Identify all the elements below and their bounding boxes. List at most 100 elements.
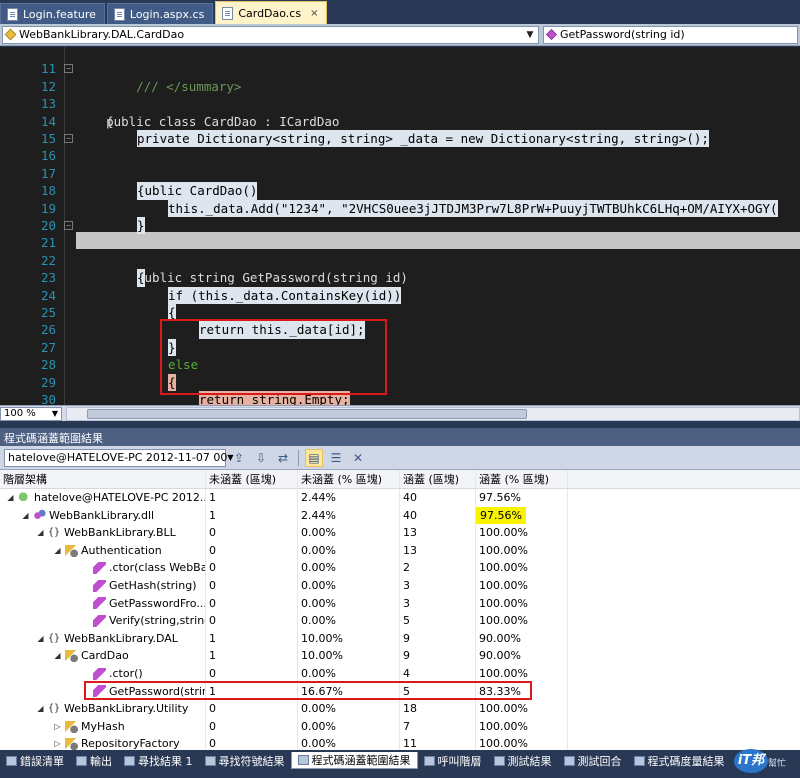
covered-blocks: 40 xyxy=(400,506,476,525)
tab-test-results[interactable]: 測試結果 xyxy=(488,752,558,769)
table-row[interactable]: GetPasswordFro... 0 0.00% 3 100.00% xyxy=(0,594,800,613)
collapse-icon[interactable]: − xyxy=(64,64,73,74)
delete-results-icon[interactable]: ✕ xyxy=(349,449,367,467)
table-row[interactable]: GetHash(string) 0 0.00% 3 100.00% xyxy=(0,577,800,595)
tree-cell: ▷ RepositoryFactory xyxy=(0,735,206,750)
expand-arrow-icon[interactable]: ◢ xyxy=(21,507,30,525)
not-covered-blocks: 0 xyxy=(206,541,298,560)
collapsed-arrow-icon[interactable]: ▷ xyxy=(53,735,62,750)
column-header[interactable]: 涵蓋 (% 區塊) xyxy=(476,470,568,488)
node-label: WebBankLibrary.BLL xyxy=(64,526,176,540)
node-label: CardDao xyxy=(81,649,129,663)
collapse-icon[interactable]: − xyxy=(64,134,73,143)
not-covered-percent: 0.00% xyxy=(298,717,400,736)
file-icon xyxy=(222,6,234,20)
code-editor[interactable]: 11 /// </summary> 12 − public class Card… xyxy=(0,47,800,405)
coverage-run-dropdown[interactable]: hatelove@HATELOVE-PC 2012-11-07 00 ▼ xyxy=(4,448,234,467)
table-row[interactable]: ◢ Authentication 0 0.00% 13 100.00% xyxy=(0,541,800,560)
node-label: Verify(string,string) xyxy=(109,614,206,628)
member-dropdown[interactable]: GetPassword(string id) xyxy=(543,25,798,44)
expand-arrow-icon[interactable]: ◢ xyxy=(36,700,45,718)
expand-arrow-icon[interactable]: ◢ xyxy=(53,647,62,665)
table-row[interactable]: ◢ CardDao 1 10.00% 9 90.00% xyxy=(0,647,800,665)
row-filler xyxy=(568,507,800,525)
tab-label: 尋找結果 1 xyxy=(138,754,193,768)
zoom-dropdown[interactable]: 100 % ▼ xyxy=(0,406,62,421)
not-covered-percent: 0.00% xyxy=(298,541,400,560)
tab-find-results-1[interactable]: 尋找結果 1 xyxy=(118,752,199,769)
collapse-icon[interactable]: − xyxy=(64,221,73,230)
tab-call-hierarchy[interactable]: 呼叫階層 xyxy=(418,752,488,769)
row-filler xyxy=(568,577,800,595)
tab-login-aspx-cs[interactable]: Login.aspx.cs xyxy=(106,3,214,24)
table-row[interactable]: .ctor(class WebBa... 0 0.00% 2 100.00% xyxy=(0,559,800,577)
table-row[interactable]: ◢ WebBankLibrary.dll 1 2.44% 40 97.56% xyxy=(0,506,800,525)
tab-find-symbol-results[interactable]: 尋找符號結果 xyxy=(199,752,291,769)
tab-test-runs[interactable]: 測試回合 xyxy=(558,752,628,769)
expand-arrow-icon[interactable]: ◢ xyxy=(36,630,45,648)
tab-output[interactable]: 輸出 xyxy=(70,752,118,769)
toolbar-separator xyxy=(298,449,299,466)
covered-percent: 90.00% xyxy=(476,629,568,648)
tab-carddao-cs[interactable]: CardDao.cs × xyxy=(215,1,328,24)
show-coloring-icon[interactable]: ▤ xyxy=(305,448,323,467)
table-row[interactable]: ◢ {} WebBankLibrary.DAL 1 10.00% 9 90.00… xyxy=(0,629,800,648)
scrollbar-thumb[interactable] xyxy=(87,408,527,419)
type-dropdown[interactable]: WebBankLibrary.DAL.CardDao ▼ xyxy=(2,25,539,44)
tab-code-metrics-results[interactable]: 程式碼度量結果 xyxy=(628,752,731,769)
node-label: WebBankLibrary.Utility xyxy=(64,702,189,716)
covered-percent: 100.00% xyxy=(476,735,568,750)
table-row[interactable]: Verify(string,string) 0 0.00% 5 100.00% xyxy=(0,612,800,630)
add-remove-columns-icon[interactable]: ☰ xyxy=(327,449,345,467)
covered-percent: 100.00% xyxy=(476,541,568,560)
covered-blocks: 9 xyxy=(400,629,476,648)
table-row[interactable]: ▷ RepositoryFactory 0 0.00% 11 100.00% xyxy=(0,735,800,750)
not-covered-blocks: 1 xyxy=(206,506,298,525)
expand-arrow-icon[interactable]: ◢ xyxy=(6,489,15,507)
not-covered-percent: 0.00% xyxy=(298,665,400,683)
column-header[interactable]: 未涵蓋 (% 區塊) xyxy=(298,470,400,488)
editor-status-bar: 100 % ▼ xyxy=(0,405,800,421)
tab-login-feature[interactable]: Login.feature xyxy=(0,3,105,24)
covered-percent: 100.00% xyxy=(476,717,568,736)
coverage-grid: 階層架構 未涵蓋 (區塊) 未涵蓋 (% 區塊) 涵蓋 (區塊) 涵蓋 (% 區… xyxy=(0,470,800,750)
export-results-icon[interactable]: ⇪ xyxy=(230,449,248,467)
import-results-icon[interactable]: ⇩ xyxy=(252,449,270,467)
covered-blocks: 9 xyxy=(400,647,476,665)
table-row[interactable]: ◢ {} WebBankLibrary.Utility 0 0.00% 18 1… xyxy=(0,700,800,718)
tab-error-list[interactable]: 錯誤清單 xyxy=(0,752,70,769)
table-row[interactable]: ◢ hatelove@HATELOVE-PC 2012... 1 2.44% 4… xyxy=(0,489,800,507)
method-icon xyxy=(93,579,106,592)
column-header[interactable]: 階層架構 xyxy=(0,470,206,488)
tab-label: 輸出 xyxy=(90,754,112,768)
tab-label: 測試結果 xyxy=(507,754,552,768)
not-covered-percent: 0.00% xyxy=(298,700,400,718)
tree-cell: ◢ Authentication xyxy=(0,541,206,560)
tree-node: ◢ {} WebBankLibrary.Utility xyxy=(3,700,205,718)
code-line: 22 { xyxy=(0,234,800,287)
table-row[interactable]: ▷ MyHash 0 0.00% 7 100.00% xyxy=(0,717,800,736)
expand-arrow-icon[interactable]: ◢ xyxy=(53,542,62,560)
row-filler xyxy=(568,524,800,542)
class-icon xyxy=(65,650,78,663)
column-header[interactable]: 涵蓋 (區塊) xyxy=(400,470,476,488)
tree-cell: GetHash(string) xyxy=(0,577,206,595)
close-icon[interactable]: × xyxy=(310,8,318,19)
tab-code-coverage-results[interactable]: 程式碼涵蓋範圍結果 xyxy=(290,752,418,769)
tree-node: ◢ hatelove@HATELOVE-PC 2012... xyxy=(3,489,205,507)
covered-blocks: 13 xyxy=(400,541,476,560)
merge-results-icon[interactable]: ⇄ xyxy=(274,449,292,467)
expand-arrow-icon[interactable]: ◢ xyxy=(36,524,45,542)
table-row[interactable]: ◢ {} WebBankLibrary.BLL 0 0.00% 13 100.0… xyxy=(0,524,800,542)
collapsed-arrow-icon[interactable]: ▷ xyxy=(53,718,62,736)
method-icon xyxy=(93,614,106,627)
horizontal-scrollbar[interactable] xyxy=(66,406,800,421)
column-header[interactable]: 未涵蓋 (區塊) xyxy=(206,470,298,488)
code-line: 23 if (this._data.ContainsKey(id)) xyxy=(0,252,800,305)
covered-percent: 100.00% xyxy=(476,524,568,542)
covered-blocks: 3 xyxy=(400,594,476,613)
assembly-icon xyxy=(33,509,46,522)
table-row[interactable]: .ctor() 0 0.00% 4 100.00% xyxy=(0,665,800,683)
not-covered-percent: 0.00% xyxy=(298,524,400,542)
not-covered-blocks: 1 xyxy=(206,629,298,648)
